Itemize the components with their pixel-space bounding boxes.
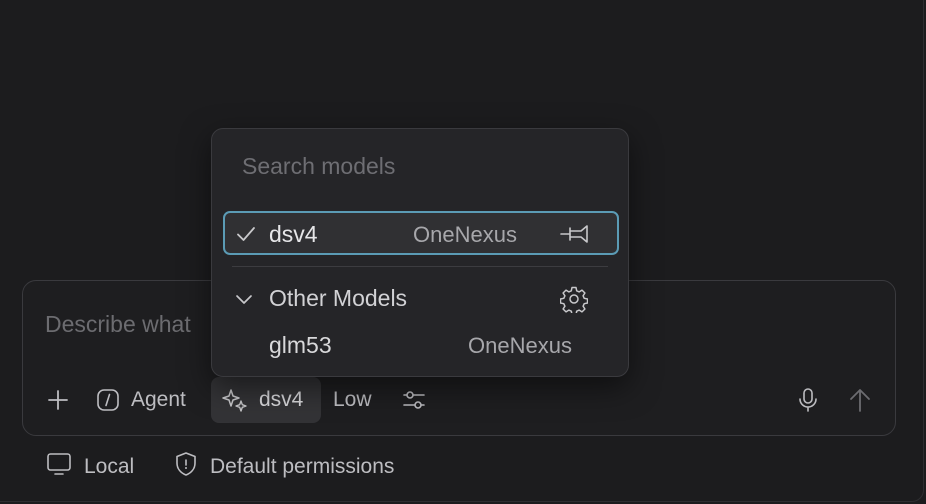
model-search-input[interactable]: Search models: [242, 153, 395, 180]
chevron-down-icon: [234, 291, 254, 314]
permissions-button[interactable]: Default permissions: [174, 452, 394, 482]
group-label: Other Models: [269, 285, 408, 311]
other-models-group-header[interactable]: Other Models: [234, 285, 594, 318]
microphone-icon: [796, 387, 820, 413]
permissions-label: Default permissions: [210, 455, 395, 478]
model-option-selected[interactable]: dsv4 OneNexus: [223, 211, 619, 255]
check-icon: [235, 223, 257, 250]
model-selector-button[interactable]: dsv4: [211, 377, 321, 423]
model-provider: OneNexus: [468, 333, 572, 358]
voice-input-button[interactable]: [793, 377, 823, 423]
model-name: dsv4: [269, 221, 318, 247]
plus-icon: [46, 388, 70, 412]
composer-toolbar: Agent dsv4 Low: [23, 377, 895, 423]
agent-icon: [95, 387, 121, 413]
environment-local-button[interactable]: Local: [46, 452, 134, 482]
model-provider: OneNexus: [413, 222, 517, 247]
model-option[interactable]: glm53 OneNexus: [269, 332, 589, 362]
add-button[interactable]: [43, 377, 73, 423]
monitor-icon: [46, 451, 72, 483]
menu-divider: [232, 266, 608, 267]
sliders-icon: [401, 387, 427, 413]
mode-label: Agent: [131, 388, 186, 411]
model-label: dsv4: [259, 388, 304, 411]
sparkle-icon: [221, 386, 249, 414]
send-arrow-icon: [848, 387, 872, 413]
mode-selector-button[interactable]: Agent: [95, 377, 186, 423]
effort-label: Low: [333, 388, 372, 411]
pin-icon[interactable]: [559, 223, 591, 250]
send-button[interactable]: [845, 377, 875, 423]
gear-icon[interactable]: [559, 285, 589, 318]
model-name: glm53: [269, 332, 332, 358]
effort-selector-button[interactable]: Low: [333, 377, 372, 423]
settings-sliders-button[interactable]: [399, 377, 429, 423]
environment-label: Local: [84, 455, 135, 478]
model-picker-menu: Search models dsv4 OneNexus Other Models…: [211, 128, 629, 377]
shield-icon: [174, 451, 198, 483]
